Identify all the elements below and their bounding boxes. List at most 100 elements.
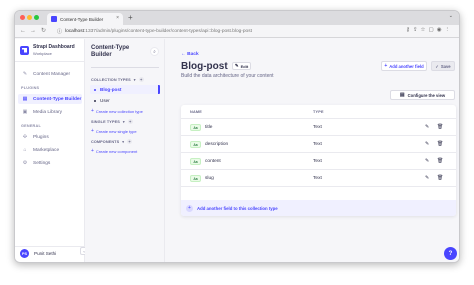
search-icon[interactable]: ⌕	[150, 47, 159, 56]
field-name: title	[205, 125, 213, 130]
nav-item-media-library[interactable]: ▣ Media Library	[18, 107, 82, 117]
zoom-window-button[interactable]	[34, 15, 39, 20]
button-label: Save	[440, 63, 451, 69]
create-single-type-link[interactable]: + Create new single type	[91, 128, 137, 134]
trash-icon[interactable]: 🗑	[437, 175, 443, 181]
key-icon[interactable]: ⚷	[406, 27, 413, 33]
pencil-icon[interactable]: ✎	[425, 158, 429, 164]
browser-tab[interactable]: Content-Type Builder ×	[47, 13, 123, 25]
add-field-label: Add another field to this collection typ…	[197, 205, 278, 211]
trash-icon[interactable]: 🗑	[437, 158, 443, 164]
save-button[interactable]: ✓ Save	[431, 61, 455, 71]
add-another-field-button[interactable]: + Add another field	[381, 61, 427, 71]
page-subtitle: Build the data architecture of your cont…	[181, 73, 274, 79]
trash-icon[interactable]: 🗑	[437, 124, 443, 130]
brand-title: Strapi Dashboard	[33, 44, 75, 50]
section-components[interactable]: COMPONENTS ▾ +	[91, 139, 133, 144]
nav-item-content-type-builder[interactable]: ▦ Content-Type Builder	[18, 94, 82, 104]
browser-toolbar-icons[interactable]: ⚷⇪☆▢◉⋮	[406, 27, 453, 33]
nav-item-settings[interactable]: ⚙ Settings	[18, 158, 82, 168]
sidebar-icon[interactable]: ▢	[428, 27, 436, 33]
help-button[interactable]: ?	[444, 247, 457, 260]
field-type: Text	[313, 159, 322, 164]
edit-button[interactable]: ✎ Edit	[232, 62, 251, 70]
trash-icon[interactable]: 🗑	[437, 141, 443, 147]
sub-item-user[interactable]: User	[90, 96, 160, 105]
field-type: Text	[313, 176, 322, 181]
divider	[91, 67, 159, 68]
nav-item-content-manager[interactable]: ✎ Content Manager	[18, 69, 82, 79]
back-arrow-icon[interactable]: ←	[20, 27, 26, 35]
check-icon: ✓	[435, 63, 439, 69]
pencil-icon[interactable]: ✎	[425, 124, 429, 130]
field-type: Text	[313, 142, 322, 147]
section-collection-types[interactable]: COLLECTION TYPES ▾ +	[91, 77, 144, 82]
plus-icon: +	[91, 108, 94, 114]
create-component-link[interactable]: + Create new component	[91, 148, 137, 154]
tab-menu-icon[interactable]: ⌄	[449, 13, 453, 19]
bullet-icon	[94, 99, 96, 102]
minimize-window-button[interactable]	[27, 15, 32, 20]
main-content: ← Back Blog-post ✎ Edit Build the data a…	[165, 39, 459, 262]
plus-icon: +	[91, 148, 94, 154]
section-label: COLLECTION TYPES	[91, 77, 131, 82]
button-label: Add another field	[389, 63, 424, 69]
field-name: slug	[205, 176, 214, 181]
profile-icon[interactable]: ◉	[437, 27, 445, 33]
gear-icon: ⚙	[22, 160, 28, 166]
more-icon[interactable]: ⋮	[445, 27, 454, 33]
add-icon[interactable]: +	[127, 119, 133, 124]
address-bar: ← → ↻ ⓘ localhost:1337/admin/plugins/con…	[15, 25, 459, 38]
add-icon[interactable]: +	[138, 77, 144, 82]
nav-label: Content Manager	[33, 71, 71, 77]
sub-item-blog-post[interactable]: Blog-post	[90, 85, 160, 94]
section-label: SINGLE TYPES	[91, 119, 120, 124]
reload-icon[interactable]: ↻	[41, 27, 46, 35]
configure-view-button[interactable]: ▤ Configure the view	[390, 90, 455, 100]
table-row: Aa slug Text ✎ 🗑	[181, 170, 456, 187]
share-icon[interactable]: ⇪	[413, 27, 421, 33]
link-label: Create new single type	[95, 128, 137, 134]
pencil-icon[interactable]: ✎	[425, 175, 429, 181]
section-single-types[interactable]: SINGLE TYPES ▾ +	[91, 119, 133, 124]
brand: Strapi Dashboard Workplace	[20, 44, 75, 56]
browser-window: Content-Type Builder × + ⌄ ← → ↻ ⓘ local…	[14, 10, 460, 263]
strapi-logo-icon	[20, 45, 29, 55]
chevron-down-icon: ▾	[133, 77, 136, 82]
avatar: PS	[20, 249, 29, 258]
forward-arrow-icon[interactable]: →	[30, 27, 36, 35]
nav-section-plugins: PLUGINS	[21, 86, 40, 90]
back-link[interactable]: ← Back	[181, 52, 199, 57]
divider	[15, 61, 85, 62]
text-type-icon: Aa	[190, 141, 201, 148]
tab-close-icon[interactable]: ×	[116, 15, 119, 21]
layout-icon: ▤	[399, 92, 405, 98]
close-window-button[interactable]	[20, 15, 25, 20]
plus-icon: +	[384, 63, 388, 69]
url-host: localhost	[65, 29, 84, 34]
column-header-name: NAME	[190, 110, 202, 114]
button-label: Configure the view	[407, 92, 446, 98]
new-tab-button[interactable]: +	[128, 13, 133, 23]
user-profile[interactable]: PS Punit Sethi	[20, 249, 56, 258]
nav-item-marketplace[interactable]: ⌂ Marketplace	[18, 145, 82, 155]
create-collection-type-link[interactable]: + Create new collection type	[91, 108, 143, 114]
url-field[interactable]: ⓘ localhost:1337/admin/plugins/content-t…	[57, 27, 397, 36]
info-icon: ⓘ	[57, 29, 63, 35]
page-title: Blog-post	[181, 61, 228, 72]
link-label: Create new collection type	[95, 108, 143, 114]
add-icon[interactable]: +	[127, 139, 133, 144]
add-field-row[interactable]: + Add another field to this collection t…	[181, 200, 456, 216]
pencil-icon[interactable]: ✎	[425, 141, 429, 147]
nav-item-plugins[interactable]: ✣ Plugins	[18, 132, 82, 142]
chevron-down-icon: ▾	[122, 119, 125, 124]
chevron-down-icon: ▾	[122, 139, 125, 144]
feather-icon: ✎	[22, 71, 28, 77]
plus-circle-icon: +	[186, 204, 193, 212]
table-row: Aa description Text ✎ 🗑	[181, 136, 456, 153]
pencil-icon: ✎	[234, 63, 239, 68]
brand-subtitle: Workplace	[33, 51, 52, 56]
tab-title: Content-Type Builder	[60, 16, 104, 22]
field-type: Text	[313, 125, 322, 130]
link-label: Create new component	[95, 148, 138, 154]
